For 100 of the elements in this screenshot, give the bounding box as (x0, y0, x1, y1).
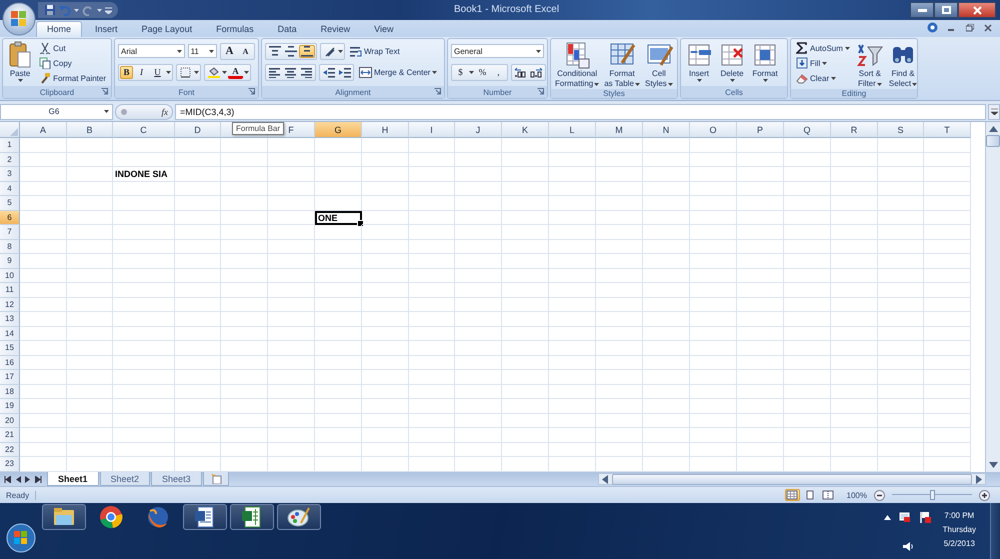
paste-button[interactable]: Paste (6, 40, 34, 86)
speaker-icon[interactable] (902, 541, 914, 552)
fill-color-button[interactable] (206, 66, 221, 78)
sort-filter-button[interactable]: Sort & Filter (854, 40, 885, 89)
scroll-thumb[interactable] (986, 135, 1000, 147)
name-box[interactable]: G6 (0, 104, 113, 120)
insert-function-button[interactable]: fx (162, 106, 168, 116)
row-header[interactable]: 7 (0, 225, 20, 240)
zoom-out-icon[interactable] (874, 490, 885, 500)
font-color-button[interactable]: A (228, 66, 243, 78)
row-header[interactable]: 2 (0, 152, 20, 167)
ribbon-tab[interactable]: Formulas (205, 21, 265, 37)
row-header[interactable]: 19 (0, 399, 20, 414)
clock[interactable]: 7:00 PM Thursday 5/2/2013 (942, 511, 976, 552)
ribbon-tab[interactable]: Home (36, 21, 82, 37)
column-header[interactable]: C (113, 122, 175, 138)
row-header[interactable]: 11 (0, 283, 20, 298)
delete-button[interactable]: Delete (717, 40, 747, 86)
font-size-field[interactable]: 11 (188, 44, 217, 58)
dialog-launcher-icon[interactable] (248, 88, 255, 95)
scroll-down-icon[interactable] (988, 462, 998, 468)
dialog-launcher-icon[interactable] (434, 88, 441, 95)
percent-button[interactable]: % (475, 66, 490, 78)
column-header[interactable]: T (924, 122, 971, 138)
sheet-tab[interactable]: Sheet2 (100, 472, 150, 486)
row-header[interactable]: 4 (0, 182, 20, 196)
column-header[interactable]: Q (784, 122, 831, 138)
find-select-button[interactable]: Find & Select (888, 40, 918, 89)
column-header[interactable]: K (502, 122, 549, 138)
column-header[interactable]: M (596, 122, 643, 138)
save-icon[interactable] (44, 4, 56, 16)
column-header[interactable]: N (643, 122, 690, 138)
currency-button[interactable]: $ (453, 66, 468, 78)
first-sheet-icon[interactable] (4, 476, 11, 482)
row-header[interactable]: 15 (0, 341, 20, 356)
sheet-tab[interactable]: Sheet3 (151, 472, 202, 486)
taskbar-button[interactable] (42, 504, 86, 530)
grow-font-button[interactable]: A (222, 44, 237, 58)
expand-formula-button[interactable] (988, 104, 1000, 120)
clear-button[interactable]: Clear (794, 71, 852, 85)
merge-center-button[interactable]: Merge & Center (357, 65, 440, 79)
column-header[interactable]: L (549, 122, 596, 138)
action-center-icon[interactable] (918, 511, 931, 523)
column-header[interactable]: R (831, 122, 878, 138)
customize-icon[interactable] (105, 6, 112, 14)
column-header[interactable]: J (455, 122, 502, 138)
column-header[interactable]: P (737, 122, 784, 138)
borders-button[interactable] (178, 66, 193, 78)
fill-button[interactable]: Fill (794, 56, 852, 70)
ribbon-tab[interactable]: Page Layout (130, 21, 204, 37)
format-painter-button[interactable]: Format Painter (37, 71, 108, 85)
align-top-button[interactable] (267, 44, 282, 58)
autosum-button[interactable]: AutoSum (794, 41, 852, 55)
page-break-view-button[interactable] (820, 489, 836, 501)
zoom-level[interactable]: 100% (846, 490, 867, 500)
minimize-button[interactable] (910, 2, 934, 18)
next-sheet-icon[interactable] (25, 476, 31, 482)
dialog-launcher-icon[interactable] (101, 88, 108, 95)
column-header[interactable]: G (315, 122, 362, 138)
cell-styles-button[interactable]: Cell Styles (644, 40, 674, 89)
column-header[interactable]: S (878, 122, 924, 138)
shrink-font-button[interactable]: A (238, 44, 253, 58)
row-header[interactable]: 22 (0, 442, 20, 457)
restore-icon[interactable] (966, 24, 974, 32)
conditional-formatting-button[interactable]: Conditional Formatting (554, 40, 600, 89)
scroll-right-icon[interactable] (976, 474, 982, 484)
ribbon-tab[interactable]: Insert (84, 21, 129, 37)
ribbon-tab[interactable]: Review (310, 21, 362, 37)
close-icon[interactable] (984, 24, 992, 32)
increase-indent-button[interactable] (337, 66, 352, 78)
cut-button[interactable]: Cut (37, 41, 108, 55)
underline-button[interactable]: U (150, 66, 165, 78)
row-header[interactable]: 23 (0, 457, 20, 472)
decrease-decimal-button[interactable] (529, 66, 544, 78)
maximize-button[interactable] (934, 2, 958, 18)
row-header[interactable]: 18 (0, 384, 20, 399)
fill-handle[interactable] (357, 220, 364, 227)
previous-sheet-icon[interactable] (15, 476, 21, 482)
column-header[interactable]: D (175, 122, 221, 138)
comma-button[interactable]: , (491, 66, 506, 78)
ribbon-tab[interactable]: Data (266, 21, 308, 37)
align-center-button[interactable] (283, 66, 298, 78)
increase-decimal-button[interactable] (513, 66, 528, 78)
normal-view-button[interactable] (784, 489, 800, 501)
align-middle-button[interactable] (283, 44, 298, 58)
row-header[interactable]: 9 (0, 254, 20, 268)
ribbon-tab[interactable]: View (363, 21, 404, 37)
taskbar-button[interactable] (183, 504, 227, 530)
row-header[interactable]: 13 (0, 312, 20, 326)
row-header[interactable]: 10 (0, 268, 20, 283)
scroll-left-icon[interactable] (602, 474, 608, 484)
sheet-tab[interactable]: Sheet1 (47, 472, 99, 486)
help-icon[interactable] (927, 22, 938, 33)
slider-thumb[interactable] (930, 490, 935, 500)
column-header[interactable]: B (67, 122, 113, 138)
zoom-in-icon[interactable] (979, 490, 990, 500)
font-name-field[interactable]: Arial (118, 44, 185, 58)
insert-button[interactable]: Insert (684, 40, 714, 86)
dialog-launcher-icon[interactable] (537, 88, 544, 95)
copy-button[interactable]: Copy (37, 56, 108, 70)
